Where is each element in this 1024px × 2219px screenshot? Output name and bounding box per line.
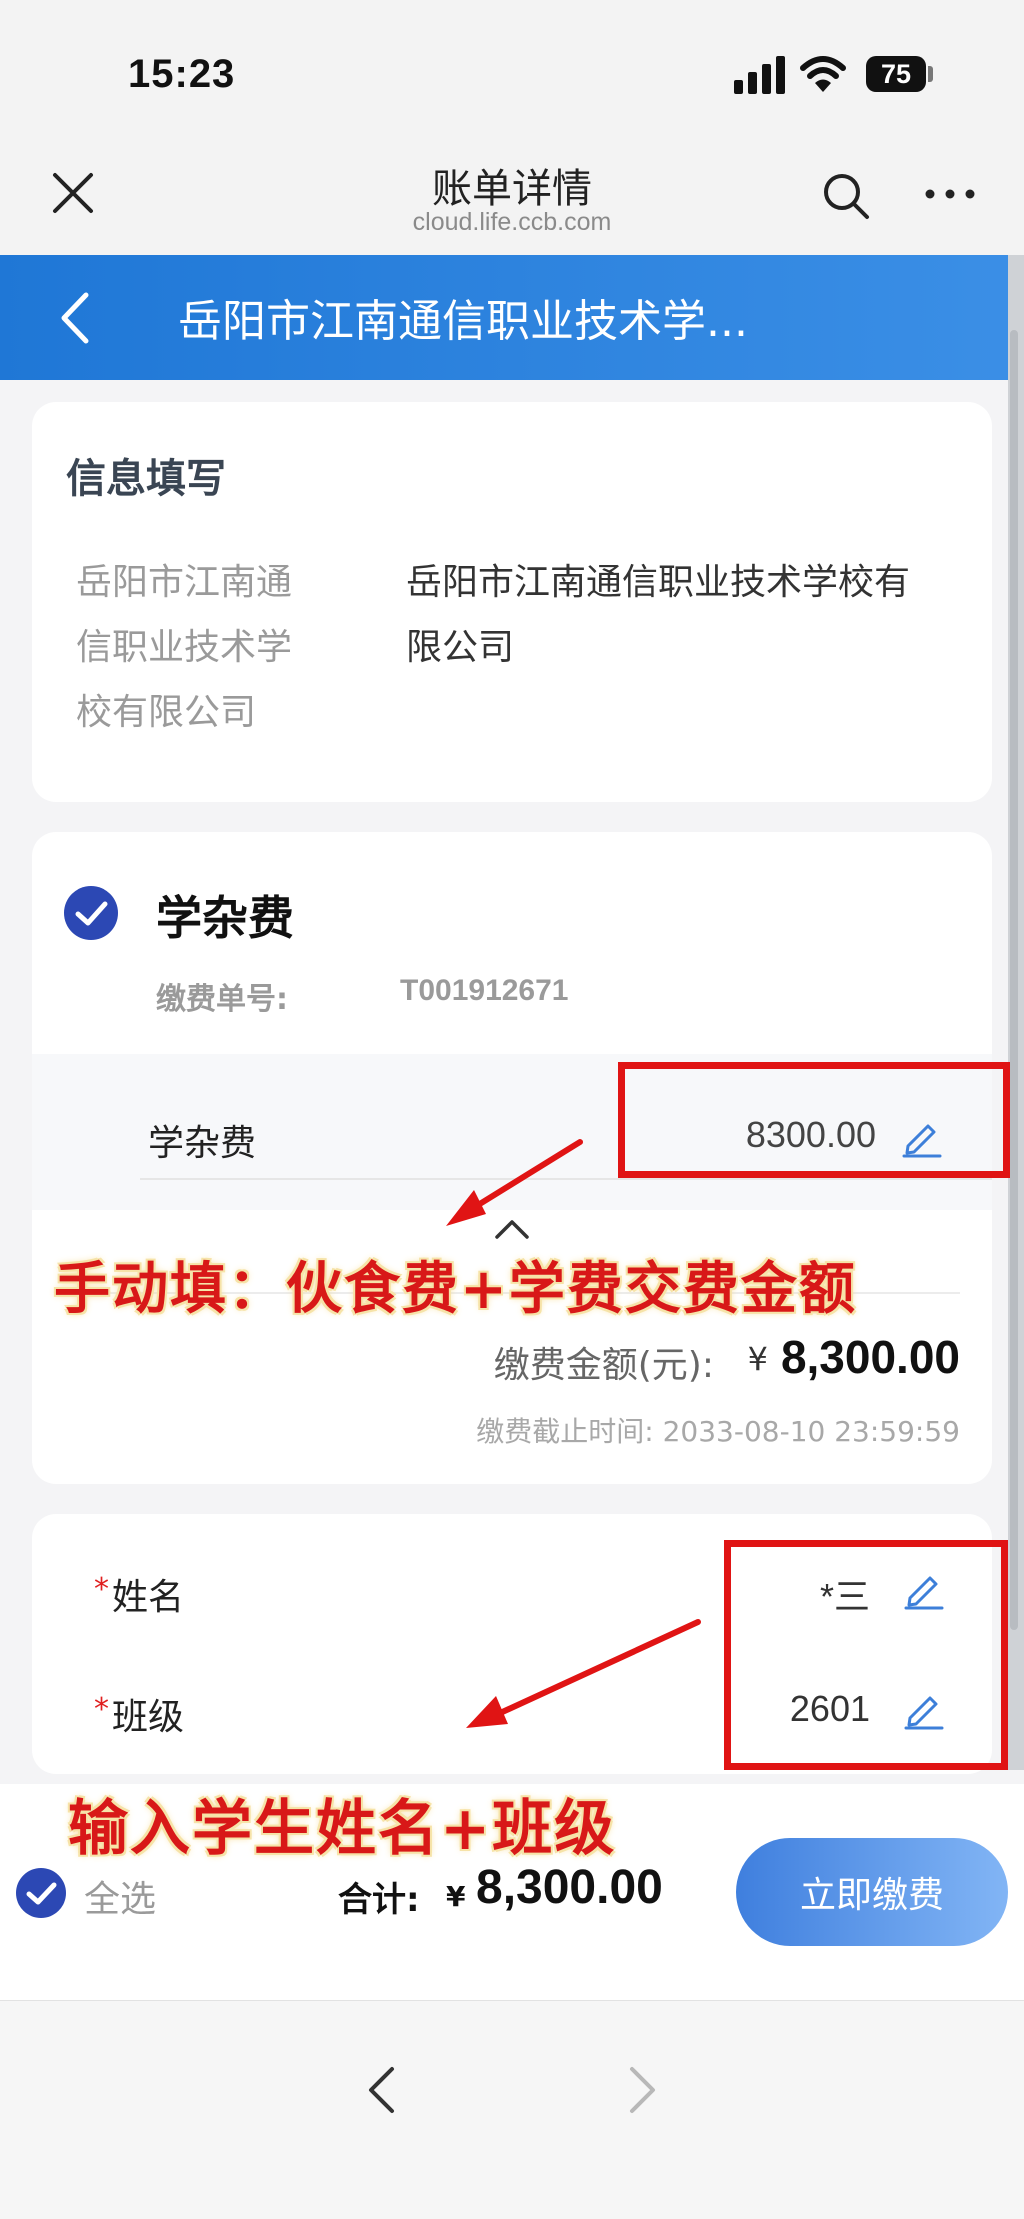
info-value-line: 岳阳市江南通信职业技术学校有 xyxy=(406,562,911,603)
currency-symbol: ¥ xyxy=(747,1340,768,1378)
info-value: 岳阳市江南通信职业技术学校有 限公司 xyxy=(406,550,976,680)
cellular-signal-icon xyxy=(734,56,786,94)
more-icon[interactable] xyxy=(924,184,976,204)
select-all-label[interactable]: 全选 xyxy=(84,1870,156,1922)
info-card: 信息填写 岳阳市江南通 信职业技术学 校有限公司 岳阳市江南通信职业技术学校有 … xyxy=(32,402,992,802)
check-circle-icon[interactable] xyxy=(64,886,118,940)
fee-title: 学杂费 xyxy=(156,891,294,945)
required-mark: * xyxy=(94,1572,109,1607)
annotation-box xyxy=(724,1540,1008,1770)
battery-tip xyxy=(928,66,933,82)
deadline-text: 缴费截止时间: 2033-08-10 23:59:59 xyxy=(476,1415,960,1448)
page-title: 账单详情 xyxy=(432,166,592,212)
status-bar: 15:23 75 xyxy=(0,0,1024,150)
bill-no-value: T001912671 xyxy=(400,974,569,1007)
back-icon[interactable] xyxy=(56,291,92,345)
annotation-text: 输入学生姓名+班级 xyxy=(68,1794,617,1864)
browser-header: 账单详情 cloud.life.ccb.com xyxy=(0,150,1024,255)
wifi-icon xyxy=(800,56,846,92)
forward-icon[interactable] xyxy=(628,2065,658,2115)
status-time: 15:23 xyxy=(128,52,236,96)
required-mark: * xyxy=(94,1692,109,1727)
nav-bar: 岳阳市江南通信职业技术学... xyxy=(0,255,1024,380)
scrollbar-thumb[interactable] xyxy=(1010,330,1018,1630)
divider xyxy=(140,1178,992,1180)
info-value-line: 限公司 xyxy=(406,627,515,668)
amount-label: 缴费金额(元): xyxy=(493,1345,714,1386)
battery-icon: 75 xyxy=(866,56,926,92)
search-icon[interactable] xyxy=(822,172,870,220)
class-label: 班级 xyxy=(112,1697,185,1738)
name-label: 姓名 xyxy=(112,1577,185,1618)
annotation-box xyxy=(618,1062,1010,1178)
bill-no-label: 缴费单号: xyxy=(156,982,288,1017)
nav-title: 岳阳市江南通信职业技术学... xyxy=(178,296,748,347)
annotation-text: 手动填：伙食费+学费交费金额 xyxy=(54,1256,857,1322)
chevron-up-icon[interactable] xyxy=(494,1218,530,1240)
info-label: 岳阳市江南通 信职业技术学 校有限公司 xyxy=(76,550,336,745)
info-card-title: 信息填写 xyxy=(66,456,226,502)
amount-value: 8,300.00 xyxy=(780,1331,960,1383)
back-icon[interactable] xyxy=(366,2065,396,2115)
total-label: 合计: xyxy=(338,1880,420,1920)
info-label-line: 信职业技术学 xyxy=(76,627,293,668)
select-all-check-icon[interactable] xyxy=(16,1868,66,1918)
page-url: cloud.life.ccb.com xyxy=(412,208,612,236)
fee-item-label: 学杂费 xyxy=(148,1123,257,1164)
info-label-line: 校有限公司 xyxy=(76,692,257,733)
pay-now-button[interactable]: 立即缴费 xyxy=(736,1838,1008,1946)
total-value: 8,300.00 xyxy=(476,1861,663,1914)
info-label-line: 岳阳市江南通 xyxy=(76,562,293,603)
currency-symbol: ¥ xyxy=(446,1880,466,1913)
browser-toolbar xyxy=(0,2000,1024,2219)
